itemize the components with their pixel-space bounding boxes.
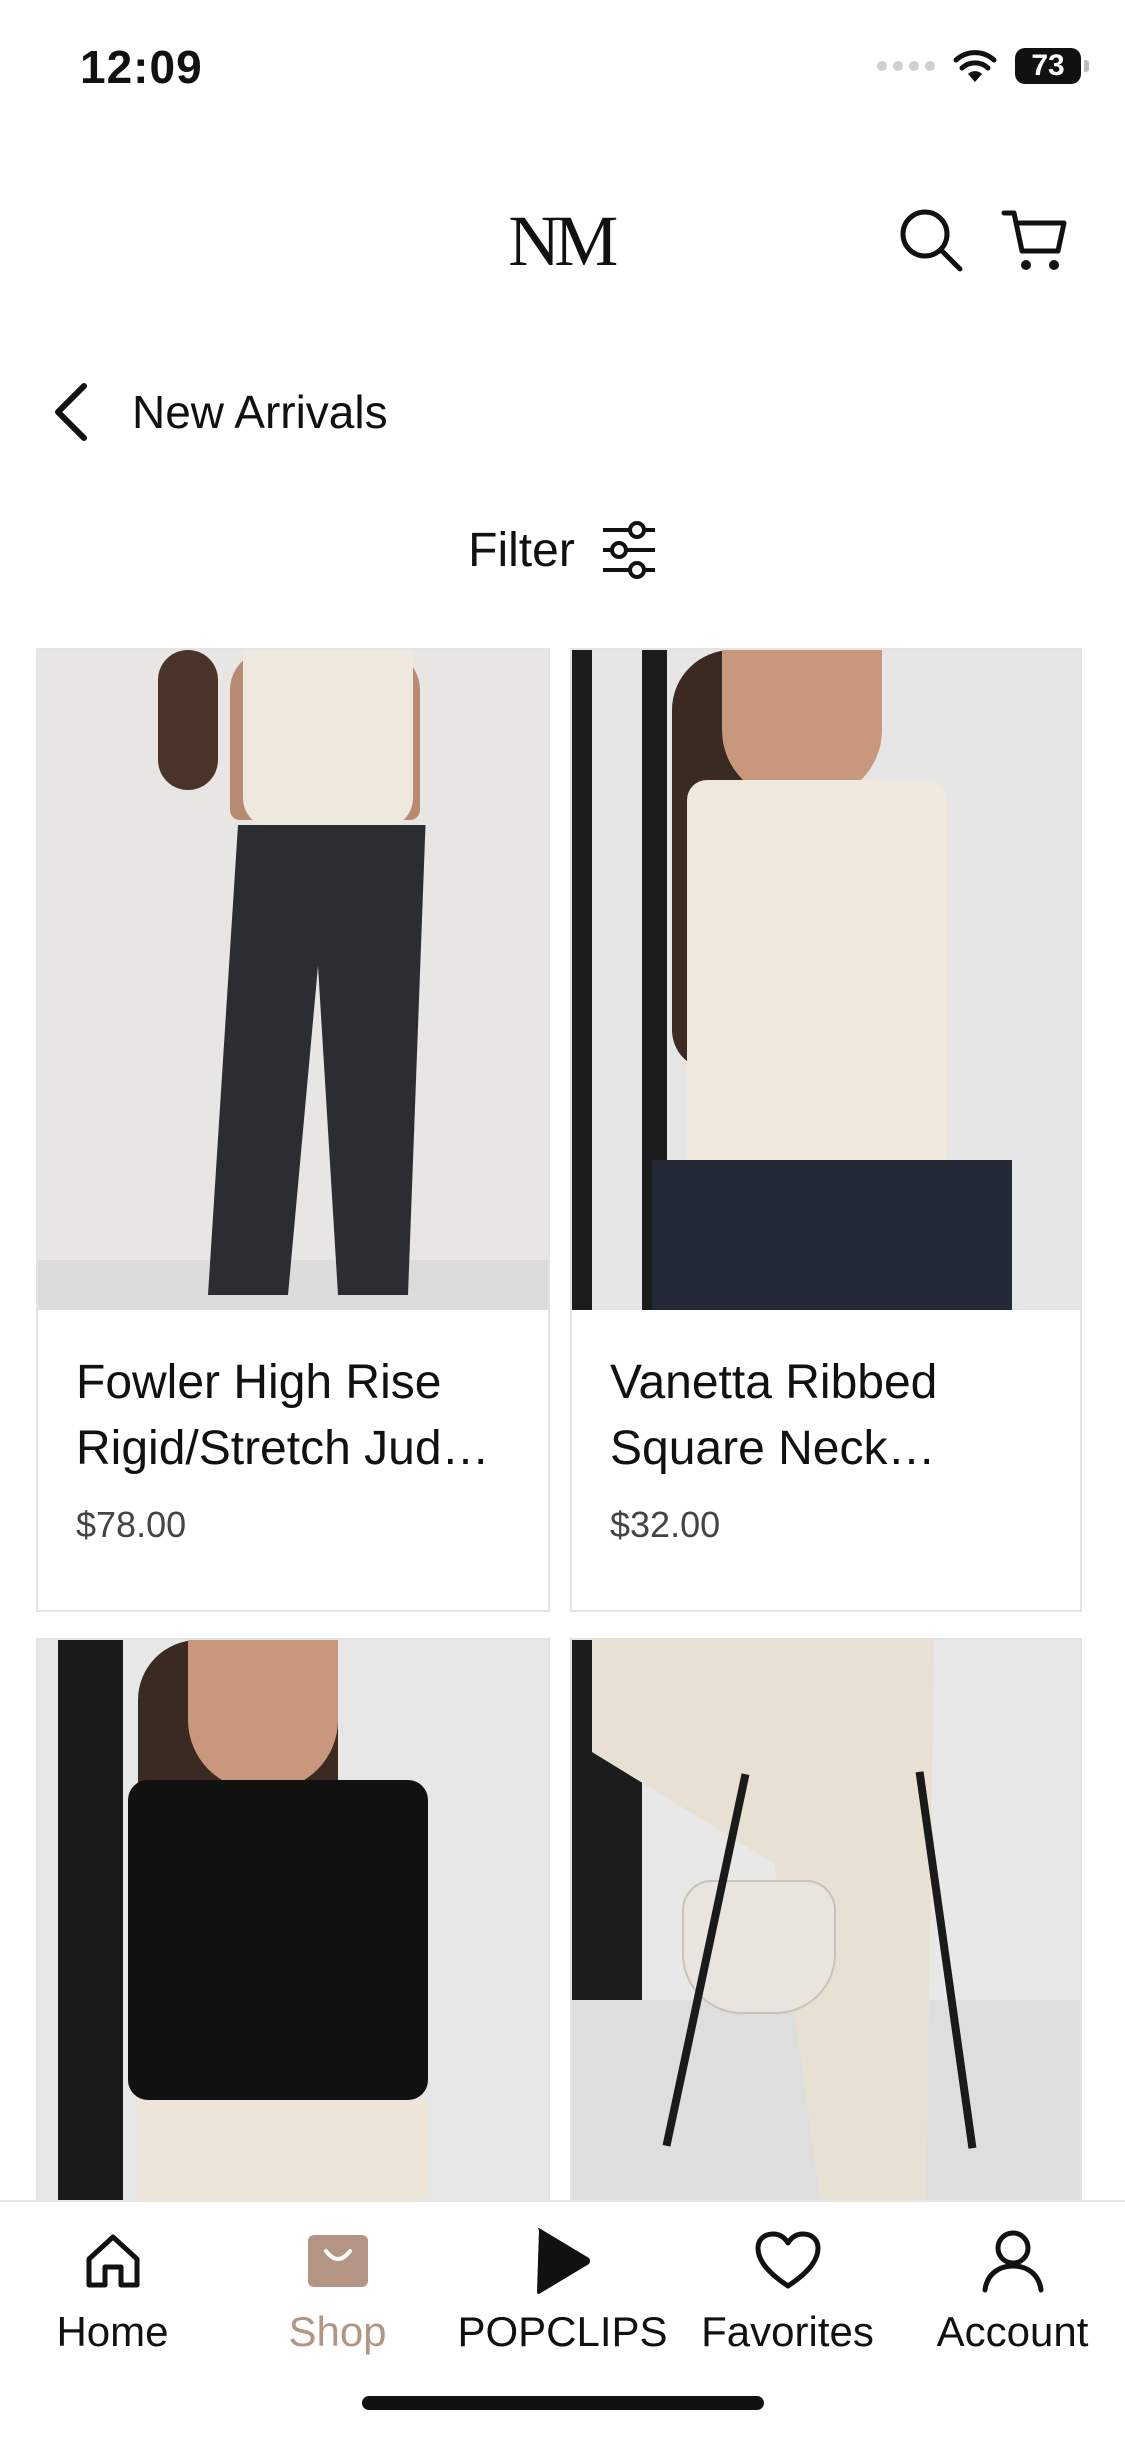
tab-favorites[interactable]: Favorites [675,2216,900,2356]
product-name: Fowler High Rise Rigid/Stretch Judy Blue… [76,1356,466,1475]
logo-mark: . [612,249,617,269]
tab-home[interactable]: Home [0,2216,225,2356]
search-icon[interactable] [896,205,966,275]
product-card[interactable]: Fowler High Rise Rigid/Stretch Judy Blue… [36,648,550,1612]
heart-icon [755,2231,820,2289]
home-indicator[interactable] [362,2396,764,2410]
filter-label: Filter [468,523,575,577]
product-image [38,650,548,1310]
sliders-icon [602,521,655,579]
tab-account[interactable]: Account [900,2216,1125,2356]
page-header: New Arrivals [48,380,388,444]
tab-label: Home [56,2308,169,2355]
logo-text: NM [508,201,618,281]
wifi-icon [953,50,997,82]
product-image [572,1640,1080,2236]
chevron-left-icon[interactable] [48,380,96,444]
person-icon [982,2230,1043,2293]
page-title: New Arrivals [132,386,388,438]
tab-popclips[interactable]: POPCLIPS [450,2216,675,2356]
product-price: $32.00 [610,1504,721,1545]
play-icon [536,2228,590,2294]
product-image [38,1640,548,2236]
product-card[interactable]: Vanetta Ribbed Square Neck Washed Tank $… [570,648,1082,1612]
product-card[interactable] [570,1638,1082,2238]
tab-shop[interactable]: Shop [225,2216,450,2356]
product-card[interactable] [36,1638,550,2238]
shopping-bag-icon [307,2235,368,2287]
status-time: 12:09 [80,41,203,93]
tab-label: Favorites [701,2308,874,2355]
tab-label: Account [936,2308,1089,2355]
home-icon [86,2234,139,2288]
tab-label: POPCLIPS [457,2308,668,2355]
product-name: Vanetta Ribbed Square Neck Washed Tank [610,1356,938,1475]
product-price: $78.00 [76,1504,187,1545]
cellular-signal-icon [877,61,935,71]
battery-icon: 73 [1015,48,1089,84]
status-indicators: 73 [877,48,1089,84]
product-image [572,650,1080,1310]
cart-icon[interactable] [1000,205,1070,275]
tab-label: Shop [288,2308,387,2355]
filter-button[interactable]: Filter [0,520,1125,580]
